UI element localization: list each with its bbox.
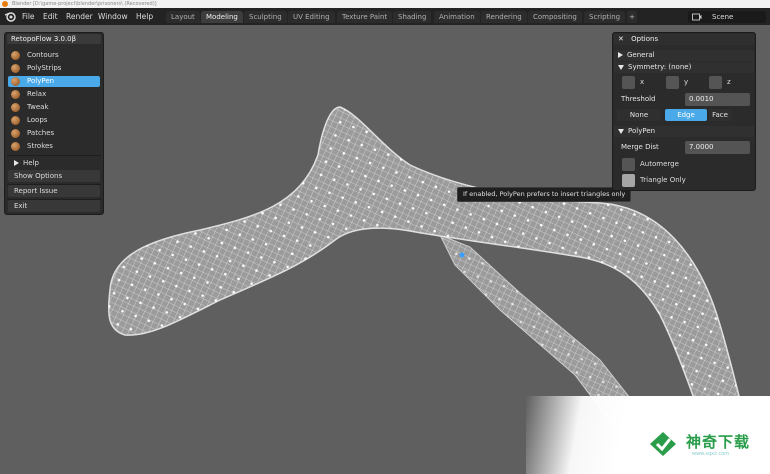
patches-icon [11, 129, 20, 138]
help-toggle[interactable]: Help [8, 157, 100, 169]
merge-dist-label: Merge Dist [621, 143, 659, 151]
tab-modeling[interactable]: Modeling [201, 11, 243, 23]
collapse-arrow-icon [618, 64, 624, 70]
general-section-toggle[interactable]: General [614, 50, 754, 61]
blender-logo-icon[interactable] [4, 11, 16, 22]
close-icon[interactable]: ✕ [618, 35, 624, 43]
scene-selector[interactable]: Scene [688, 11, 766, 23]
show-options-button[interactable]: Show Options [8, 170, 100, 182]
polypen-icon [11, 77, 20, 86]
watermark-url: www.sqxz.com [692, 451, 730, 457]
options-title: Options [631, 35, 659, 43]
tooltip: If enabled, PolyPen prefers to insert tr… [457, 187, 632, 202]
automerge-label: Automerge [640, 160, 679, 168]
triangle-only-checkbox[interactable] [622, 174, 635, 187]
symmetry-label: Symmetry: (none) [628, 63, 692, 71]
watermark-logo [650, 432, 676, 456]
polystrips-icon [11, 64, 20, 73]
tool-strokes[interactable]: Strokes [8, 141, 100, 152]
axis-y-label: y [684, 78, 689, 86]
tool-label: Contours [27, 51, 59, 59]
tool-polypen[interactable]: PolyPen [8, 76, 100, 87]
tool-relax[interactable]: Relax [8, 89, 100, 100]
tab-animation[interactable]: Animation [434, 11, 480, 23]
tab-scripting[interactable]: Scripting [584, 11, 626, 23]
tool-polystrips[interactable]: PolyStrips [8, 63, 100, 74]
exit-button[interactable]: Exit [8, 200, 100, 212]
loops-icon [11, 116, 20, 125]
collapse-arrow-icon [618, 128, 624, 134]
watermark-text: 神奇下载 [686, 433, 751, 451]
tool-label: Strokes [27, 142, 53, 150]
general-label: General [627, 51, 655, 59]
menu-edit[interactable]: Edit [43, 8, 58, 25]
window-title-bar: Blender [D:\game-project\blender\prisone… [0, 0, 770, 8]
contours-icon [11, 51, 20, 60]
scene-name: Scene [712, 13, 734, 21]
tool-patches[interactable]: Patches [8, 128, 100, 139]
divider [7, 155, 101, 156]
tool-label: PolyPen [27, 77, 55, 85]
tab-shading[interactable]: Shading [393, 11, 432, 23]
scene-icon [692, 13, 702, 21]
tweak-icon [11, 103, 20, 112]
tool-loops[interactable]: Loops [8, 115, 100, 126]
tab-texture-paint[interactable]: Texture Paint [337, 11, 393, 23]
tab-layout[interactable]: Layout [166, 11, 200, 23]
symmetry-x-checkbox[interactable] [622, 76, 635, 89]
tool-label: Patches [27, 129, 55, 137]
axis-x-label: x [640, 78, 645, 86]
tool-label: Relax [27, 90, 47, 98]
add-workspace-button[interactable]: + [627, 11, 637, 23]
symmetry-z-checkbox[interactable] [709, 76, 722, 89]
triangle-only-label: Triangle Only [640, 176, 686, 184]
tool-label: Tweak [27, 103, 49, 111]
tab-compositing[interactable]: Compositing [528, 11, 582, 23]
options-header[interactable]: ✕ Options [614, 34, 754, 45]
options-panel: ✕ Options General Symmetry: (none) x y z… [612, 32, 756, 191]
select-mode-none[interactable]: None [617, 109, 661, 121]
window-title: Blender [D:\game-project\blender\prisone… [12, 1, 157, 7]
expand-arrow-icon [618, 52, 623, 58]
threshold-field[interactable]: 0.0010 [685, 93, 750, 106]
expand-arrow-icon [14, 160, 19, 166]
merge-dist-field[interactable]: 7.0000 [685, 141, 750, 154]
tab-rendering[interactable]: Rendering [481, 11, 527, 23]
help-label: Help [23, 159, 39, 167]
menu-file[interactable]: File [22, 8, 35, 25]
relax-icon [11, 90, 20, 99]
select-mode-edge[interactable]: Edge [665, 109, 707, 121]
menu-help[interactable]: Help [136, 8, 153, 25]
top-menu-bar: File Edit Render Window Help Layout Mode… [0, 8, 770, 25]
report-issue-button[interactable]: Report Issue [8, 185, 100, 197]
tool-label: Loops [27, 116, 48, 124]
threshold-label: Threshold [621, 95, 656, 103]
retopoflow-panel: RetopoFlow 3.0.0β Contours PolyStrips Po… [4, 32, 104, 215]
select-mode-face[interactable]: Face [709, 109, 731, 121]
tool-tweak[interactable]: Tweak [8, 102, 100, 113]
strokes-icon [11, 142, 20, 151]
menu-render[interactable]: Render [66, 8, 93, 25]
retopoflow-title[interactable]: RetopoFlow 3.0.0β [7, 34, 101, 44]
symmetry-section-toggle[interactable]: Symmetry: (none) [614, 62, 754, 73]
tool-label: PolyStrips [27, 64, 62, 72]
polypen-label: PolyPen [628, 127, 656, 135]
automerge-checkbox[interactable] [622, 158, 635, 171]
tab-uv-editing[interactable]: UV Editing [288, 11, 335, 23]
symmetry-y-checkbox[interactable] [666, 76, 679, 89]
tool-contours[interactable]: Contours [8, 50, 100, 61]
polypen-section-toggle[interactable]: PolyPen [614, 126, 754, 137]
tab-sculpting[interactable]: Sculpting [244, 11, 287, 23]
menu-window[interactable]: Window [98, 8, 128, 25]
blender-logo-small-icon [2, 1, 8, 7]
axis-z-label: z [727, 78, 731, 86]
